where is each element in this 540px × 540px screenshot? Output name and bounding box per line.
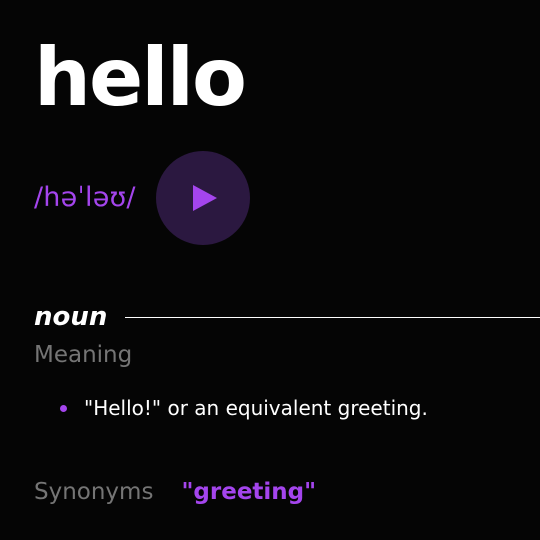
word-heading: hello — [34, 31, 247, 124]
part-of-speech: noun — [34, 302, 108, 332]
synonyms-label: Synonyms — [34, 479, 154, 505]
definition-text: "Hello!" or an equivalent greeting. — [84, 396, 428, 420]
play-audio-button[interactable] — [155, 151, 250, 245]
definition-item: "Hello!" or an equivalent greeting. — [60, 394, 510, 422]
part-of-speech-divider — [125, 317, 540, 318]
phonetic-text: /həˈləʊ/ — [34, 182, 136, 213]
meaning-label: Meaning — [34, 342, 133, 368]
pronunciation-row: /həˈləʊ/ — [34, 151, 250, 245]
bullet-icon — [60, 405, 67, 412]
synonyms-row: Synonyms "greeting" — [34, 477, 316, 507]
play-icon — [192, 185, 217, 211]
part-of-speech-row: noun — [34, 299, 540, 335]
definition-list: "Hello!" or an equivalent greeting. — [60, 394, 510, 422]
dictionary-entry-page: hello /həˈləʊ/ noun Meaning "Hello!" or … — [0, 0, 540, 540]
synonym-link[interactable]: "greeting" — [181, 477, 316, 507]
